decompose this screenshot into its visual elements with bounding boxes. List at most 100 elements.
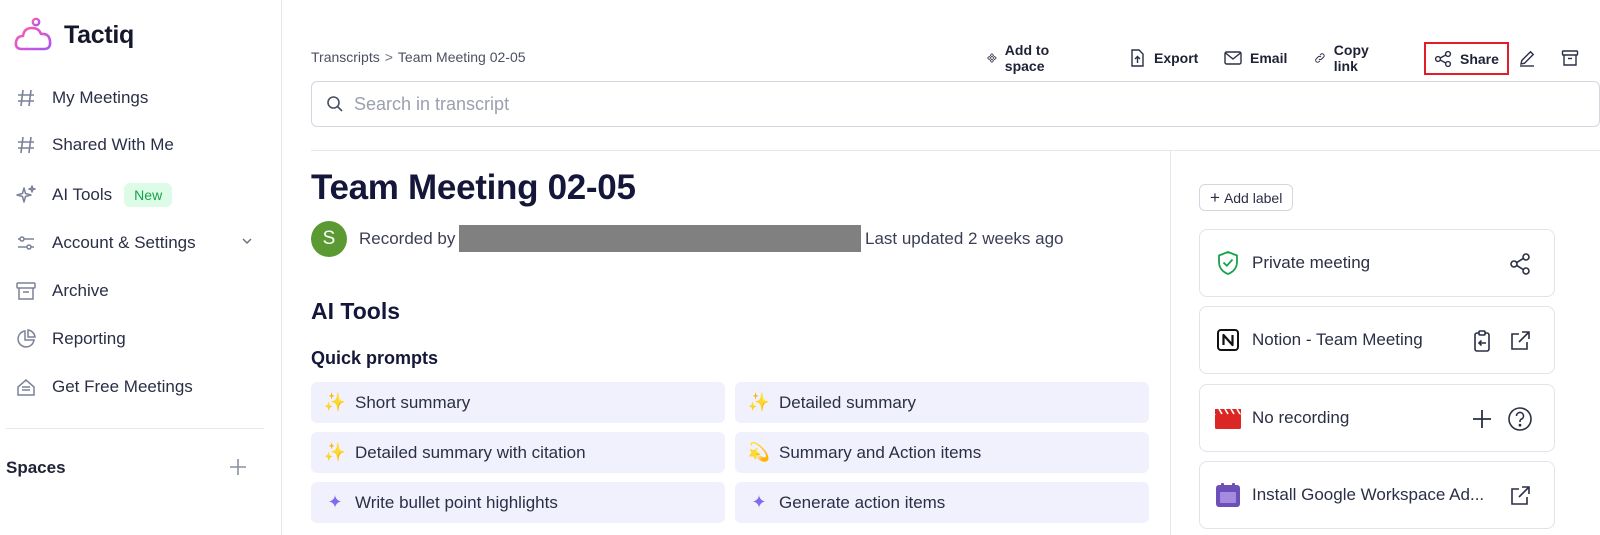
sidebar-item-label: My Meetings: [52, 88, 149, 107]
sidebar-item-label: Get Free Meetings: [52, 377, 193, 396]
recording-card: No recording: [1199, 384, 1555, 452]
card-label: Private meeting: [1252, 253, 1371, 272]
ai-tools-heading: AI Tools: [311, 298, 401, 324]
sidebar: Tactiq My Meetings Shared With Me AI Too…: [0, 0, 282, 535]
recorded-by-label: Recorded by: [359, 229, 456, 248]
calendar-app-icon: [1214, 481, 1242, 509]
card-label: No recording: [1252, 408, 1350, 427]
notion-card: Notion - Team Meeting: [1199, 306, 1555, 374]
copy-link-label: Copy link: [1333, 42, 1369, 74]
sparkles-icon: ✨: [323, 392, 347, 412]
gift-icon: [14, 375, 38, 399]
prompt-summary-action-items[interactable]: 💫 Summary and Action items: [735, 432, 1149, 473]
copy-link-button[interactable]: Copy link: [1314, 42, 1375, 74]
pencil-icon: [1520, 50, 1535, 67]
sparkles-icon: ✨: [747, 392, 771, 412]
card-label: Install Google Workspace Ad...: [1252, 485, 1485, 504]
avatar: S: [311, 221, 347, 257]
google-workspace-card: Install Google Workspace Ad...: [1199, 461, 1555, 529]
prompt-short-summary[interactable]: ✨ Short summary: [311, 382, 725, 423]
header-divider: [311, 150, 1600, 151]
sidebar-item-label: Archive: [52, 281, 109, 300]
notion-icon: [1214, 326, 1242, 354]
share-label: Share: [1460, 50, 1499, 67]
share-button[interactable]: Share: [1424, 42, 1509, 75]
export-label: Export: [1154, 50, 1199, 66]
breadcrumb: Transcripts > Team Meeting 02-05: [311, 49, 526, 65]
external-link-icon[interactable]: [1506, 327, 1534, 355]
prompt-label: Detailed summary with citation: [355, 442, 586, 462]
sidebar-divider: [6, 428, 264, 429]
external-link-icon[interactable]: [1506, 482, 1534, 510]
tactiq-cloud-icon: [14, 17, 52, 51]
sidebar-item-label: Shared With Me: [52, 135, 174, 154]
sidebar-item-reporting[interactable]: Reporting: [14, 324, 264, 354]
panel-divider: [1170, 151, 1171, 535]
add-label-button[interactable]: + Add label: [1199, 184, 1294, 211]
clapperboard-icon: [1214, 404, 1242, 432]
sparkle-icon: [14, 183, 38, 207]
redacted-recorder-name: [459, 225, 861, 252]
prompt-label: Short summary: [355, 392, 471, 412]
prompt-detailed-summary-citation[interactable]: ✨ Detailed summary with citation: [311, 432, 725, 473]
prompt-label: Write bullet point highlights: [355, 492, 558, 512]
plus-icon: [230, 459, 246, 475]
sidebar-item-get-free-meetings[interactable]: Get Free Meetings: [14, 372, 264, 402]
archive-icon: [1561, 50, 1579, 66]
sidebar-item-label: Reporting: [52, 329, 126, 348]
purple-sparkle-icon: ✦: [327, 492, 343, 512]
card-label: Notion - Team Meeting: [1252, 330, 1423, 349]
logo[interactable]: Tactiq: [14, 16, 134, 54]
pie-chart-icon: [14, 327, 38, 351]
prompt-detailed-summary[interactable]: ✨ Detailed summary: [735, 382, 1149, 423]
prompt-label: Generate action items: [779, 492, 946, 512]
add-label-text: Add label: [1223, 189, 1283, 206]
plus-icon: +: [1210, 187, 1220, 207]
search-bar: [311, 81, 1600, 127]
purple-sparkle-icon: ✦: [751, 492, 767, 512]
breadcrumb-current: Team Meeting 02-05: [397, 49, 526, 65]
export-button[interactable]: Export: [1128, 44, 1198, 72]
sidebar-item-archive[interactable]: Archive: [14, 276, 264, 306]
sparkles-icon: ✨: [323, 442, 347, 462]
clipboard-import-icon[interactable]: [1468, 327, 1496, 355]
shield-check-icon: [1214, 249, 1242, 277]
spaces-heading: Spaces: [6, 458, 66, 477]
breadcrumb-separator: >: [384, 49, 393, 65]
search-icon: [327, 96, 343, 112]
page-title: Team Meeting 02-05: [311, 168, 636, 207]
private-meeting-card: Private meeting: [1199, 229, 1555, 297]
edit-button[interactable]: [1513, 44, 1541, 72]
sidebar-item-shared-with-me[interactable]: Shared With Me: [14, 130, 264, 160]
search-input[interactable]: [354, 93, 1254, 115]
link-icon: [1315, 53, 1325, 63]
breadcrumb-root-link[interactable]: Transcripts: [311, 49, 380, 65]
share-icon: [1434, 50, 1452, 67]
prompt-bullet-highlights[interactable]: ✦ Write bullet point highlights: [311, 482, 725, 523]
sidebar-item-label: AI Tools: [52, 185, 113, 204]
last-updated-text: Last updated 2 weeks ago: [865, 229, 1064, 248]
add-to-space-icon: [987, 53, 997, 63]
prompt-label: Summary and Action items: [779, 442, 982, 462]
help-circle-icon[interactable]: [1506, 405, 1534, 433]
export-icon: [1131, 49, 1144, 67]
hash-icon: [14, 133, 38, 157]
app-name: Tactiq: [64, 20, 134, 49]
email-button[interactable]: Email: [1224, 44, 1287, 72]
sliders-icon: [14, 231, 38, 255]
prompt-generate-action-items[interactable]: ✦ Generate action items: [735, 482, 1149, 523]
archive-icon: [14, 279, 38, 303]
dizzy-star-icon: 💫: [747, 442, 771, 462]
chevron-down-icon[interactable]: [240, 234, 254, 253]
sidebar-item-ai-tools[interactable]: AI Tools New: [14, 180, 264, 210]
hash-icon: [14, 86, 38, 110]
new-badge: New: [124, 183, 173, 207]
sidebar-item-my-meetings[interactable]: My Meetings: [14, 83, 264, 113]
sidebar-item-account-settings[interactable]: Account & Settings: [14, 228, 264, 258]
email-label: Email: [1250, 50, 1288, 66]
share-icon[interactable]: [1506, 250, 1534, 278]
archive-button[interactable]: [1556, 44, 1584, 72]
add-space-button[interactable]: [226, 455, 250, 479]
plus-icon[interactable]: [1468, 405, 1496, 433]
add-to-space-button[interactable]: Add to space: [987, 42, 1053, 74]
